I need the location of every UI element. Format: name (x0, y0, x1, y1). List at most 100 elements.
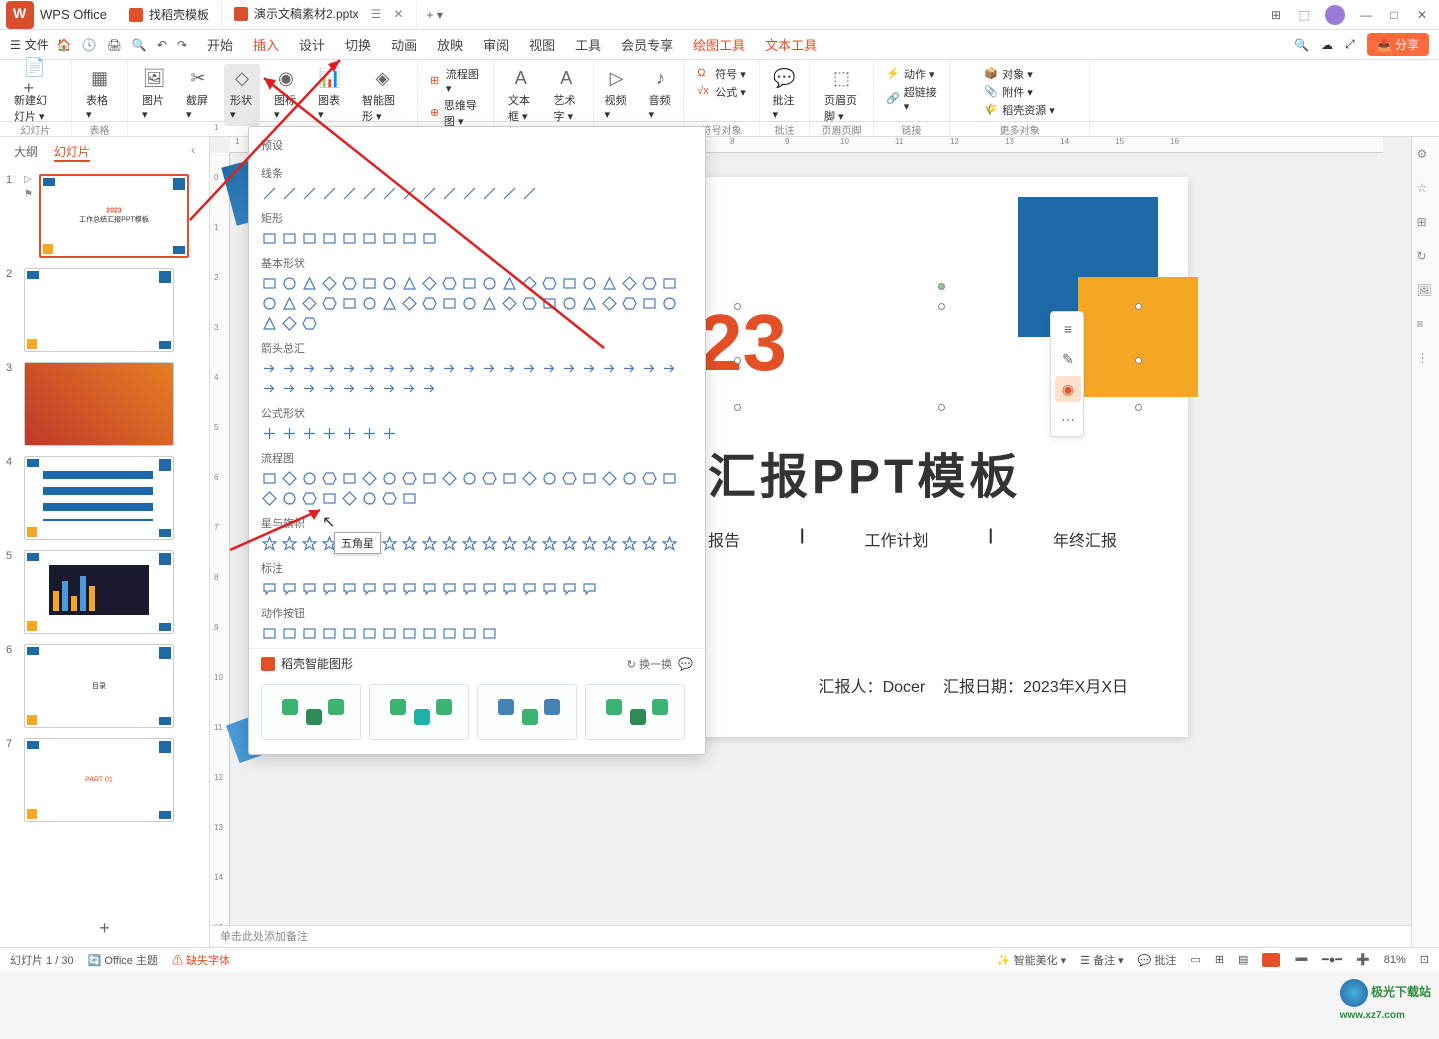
shape-option[interactable] (481, 295, 498, 312)
shape-option[interactable] (521, 535, 538, 552)
shape-option[interactable] (401, 490, 418, 507)
shape-option[interactable] (381, 490, 398, 507)
shape-option[interactable] (461, 275, 478, 292)
shape-option[interactable] (261, 275, 278, 292)
shape-option[interactable] (441, 185, 458, 202)
shape-option[interactable] (301, 230, 318, 247)
smart-graphic-thumb[interactable] (477, 684, 577, 740)
chat-icon[interactable]: 💬 (678, 657, 693, 671)
view-reading-icon[interactable]: ▤ (1238, 953, 1248, 966)
shape-option[interactable] (501, 470, 518, 487)
shape-option[interactable] (341, 230, 358, 247)
shape-option[interactable] (261, 625, 278, 642)
theme-info[interactable]: 🔄 Office 主题 (88, 952, 158, 968)
qat-btn-1[interactable]: 🕓 (82, 38, 97, 52)
grid-icon[interactable]: ⊞ (1269, 8, 1283, 22)
minimize-button[interactable]: — (1359, 8, 1373, 22)
shape-option[interactable] (541, 580, 558, 597)
view-normal-icon[interactable]: ▭ (1190, 953, 1200, 966)
shape-option[interactable] (301, 470, 318, 487)
shape-option[interactable] (581, 470, 598, 487)
ribbon-对象[interactable]: 📦对象 ▾ (984, 66, 1055, 82)
shape-option[interactable] (321, 425, 338, 442)
rail-image-icon[interactable]: 🖼 (1417, 283, 1435, 301)
shape-option[interactable] (361, 425, 378, 442)
shape-option[interactable] (641, 295, 658, 312)
shape-option[interactable] (441, 580, 458, 597)
shape-option[interactable] (321, 490, 338, 507)
shape-option[interactable] (261, 295, 278, 312)
zoom-slider[interactable]: ━●━ (1322, 953, 1342, 966)
shape-option[interactable] (341, 490, 358, 507)
shape-option[interactable] (421, 295, 438, 312)
qat-btn-5[interactable]: ↷ (177, 38, 187, 52)
slide-thumb-7[interactable]: 7PART 01 (6, 738, 203, 822)
menu-放映[interactable]: 放映 (437, 35, 463, 54)
shape-option[interactable] (541, 275, 558, 292)
shape-option[interactable] (581, 295, 598, 312)
collapse-icon[interactable]: ‹ (191, 143, 195, 162)
shape-option[interactable] (461, 185, 478, 202)
shape-option[interactable] (401, 470, 418, 487)
shape-option[interactable] (561, 295, 578, 312)
qat-btn-2[interactable]: 🖨 (107, 38, 122, 52)
shape-option[interactable] (601, 275, 618, 292)
shape-option[interactable] (281, 425, 298, 442)
shape-option[interactable] (361, 275, 378, 292)
shape-option[interactable] (621, 360, 638, 377)
shape-option[interactable] (521, 580, 538, 597)
shape-option[interactable] (561, 275, 578, 292)
more-icon[interactable]: ⋯ (1055, 406, 1081, 432)
shape-option[interactable] (521, 185, 538, 202)
shape-option[interactable] (561, 535, 578, 552)
shape-option[interactable] (381, 380, 398, 397)
shape-option[interactable] (361, 380, 378, 397)
shape-option[interactable] (661, 535, 678, 552)
shape-option[interactable] (281, 295, 298, 312)
tab-menu-icon[interactable]: ☰ (371, 7, 382, 21)
ribbon-图标[interactable]: ◉图标 ▾ (268, 64, 304, 126)
shape-option[interactable] (421, 625, 438, 642)
tab-document[interactable]: 演示文稿素材2.pptx ☰ ✕ (222, 1, 417, 29)
shape-option[interactable] (401, 230, 418, 247)
shape-option[interactable] (361, 295, 378, 312)
ribbon-音频[interactable]: ♪音频 ▾ (643, 64, 679, 123)
shape-option[interactable] (281, 580, 298, 597)
shape-option[interactable] (321, 295, 338, 312)
slide-thumb-4[interactable]: 4 (6, 456, 203, 540)
shape-option[interactable] (341, 295, 358, 312)
shape-option[interactable] (601, 295, 618, 312)
layers-icon[interactable]: ≡ (1055, 316, 1081, 342)
shape-option[interactable] (641, 535, 658, 552)
shape-option[interactable] (501, 275, 518, 292)
shape-option[interactable] (281, 230, 298, 247)
shape-option[interactable] (281, 185, 298, 202)
slide-title[interactable]: 汇报PPT模板 (708, 437, 1021, 507)
shape-option[interactable] (401, 185, 418, 202)
shape-option[interactable] (301, 185, 318, 202)
shape-option[interactable] (661, 360, 678, 377)
shape-option[interactable] (461, 535, 478, 552)
ribbon-公式[interactable]: √x公式 ▾ (697, 84, 746, 100)
cloud-icon[interactable]: ☁ (1321, 38, 1333, 52)
shape-option[interactable] (461, 360, 478, 377)
smart-graphic-thumb[interactable] (585, 684, 685, 740)
shape-option[interactable] (481, 470, 498, 487)
tab-templates[interactable]: 找稻壳模板 (117, 1, 222, 29)
shape-option[interactable] (661, 295, 678, 312)
shape-option[interactable] (321, 185, 338, 202)
shape-option[interactable] (481, 185, 498, 202)
shape-option[interactable] (441, 275, 458, 292)
notes-toggle[interactable]: ☰ 备注 ▾ (1080, 952, 1124, 968)
qat-btn-0[interactable]: 🏠 (57, 38, 72, 52)
shape-option[interactable] (261, 185, 278, 202)
play-button[interactable] (1262, 953, 1280, 967)
shape-option[interactable] (321, 360, 338, 377)
menu-设计[interactable]: 设计 (299, 35, 325, 54)
fit-icon[interactable]: ⊡ (1420, 953, 1429, 966)
shape-option[interactable] (561, 360, 578, 377)
shape-option[interactable] (501, 185, 518, 202)
rail-refresh-icon[interactable]: ↻ (1417, 249, 1435, 267)
shape-option[interactable] (601, 360, 618, 377)
shape-option[interactable] (421, 360, 438, 377)
